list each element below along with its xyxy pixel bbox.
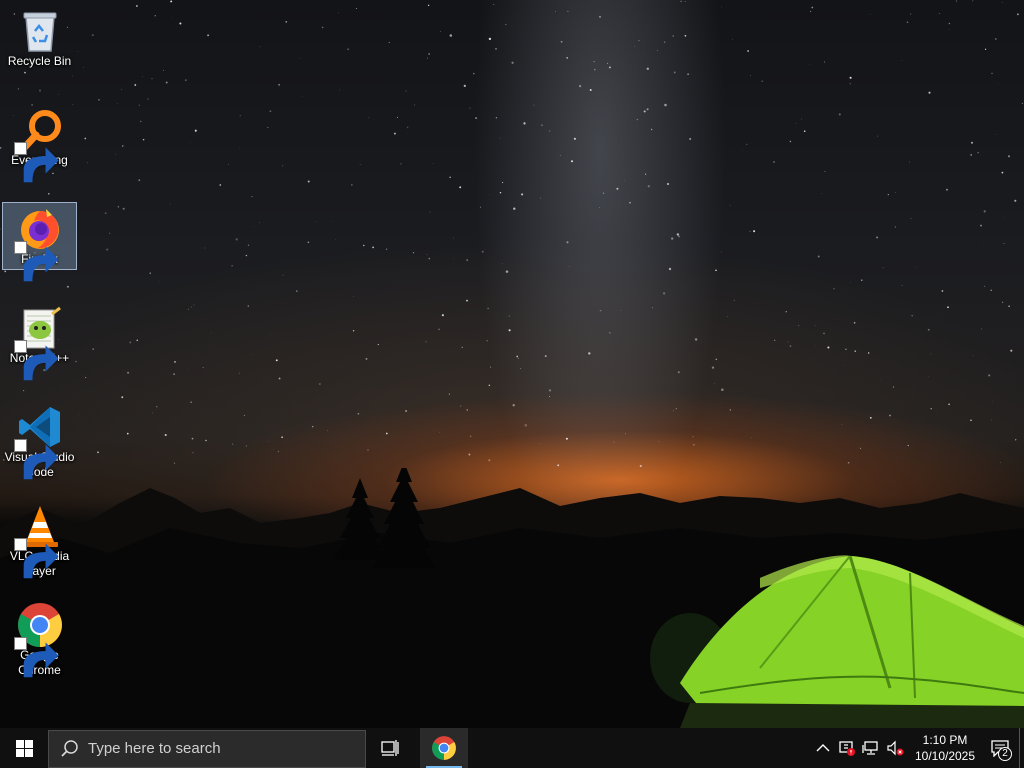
taskbar-app-chrome[interactable] bbox=[420, 728, 468, 768]
shortcut-arrow-icon bbox=[13, 538, 59, 579]
desktop-icon-recycle-bin[interactable]: Recycle Bin bbox=[2, 4, 77, 72]
shortcut-arrow-icon bbox=[13, 142, 59, 183]
network-tray-button[interactable] bbox=[859, 728, 883, 768]
vscode-icon bbox=[13, 403, 64, 480]
task-view-button[interactable] bbox=[366, 728, 414, 768]
desktop-icon-everything[interactable]: Everything bbox=[2, 103, 77, 183]
shortcut-arrow-icon bbox=[13, 439, 59, 480]
vlc-icon bbox=[13, 502, 64, 579]
security-alert-icon bbox=[839, 741, 855, 756]
search-icon bbox=[61, 739, 78, 757]
desktop-icon-google-chrome[interactable]: Google Chrome bbox=[2, 598, 77, 682]
search-input[interactable] bbox=[88, 740, 338, 757]
desktop-icon-vscode[interactable]: Visual Studio Code bbox=[2, 400, 77, 484]
desktop-wallpaper: Recycle Bin Everything bbox=[0, 0, 1024, 728]
firefox-icon bbox=[13, 205, 64, 282]
recycle-bin-icon bbox=[16, 7, 64, 55]
notification-count-badge: 2 bbox=[998, 747, 1012, 761]
shortcut-arrow-icon bbox=[13, 637, 59, 678]
chrome-icon bbox=[13, 601, 64, 678]
taskbar-clock[interactable]: 1:10 PM 10/10/2025 bbox=[909, 732, 981, 764]
network-icon bbox=[862, 741, 878, 755]
shortcut-arrow-icon bbox=[13, 241, 59, 282]
chevron-up-icon bbox=[816, 744, 830, 752]
show-desktop-button[interactable] bbox=[1019, 728, 1024, 768]
volume-muted-icon bbox=[887, 740, 904, 756]
desktop-icon-notepad-plus-plus[interactable]: Notepad++ bbox=[2, 301, 77, 381]
taskbar: 1:10 PM 10/10/2025 2 bbox=[0, 728, 1024, 768]
chrome-icon bbox=[432, 736, 456, 760]
start-button[interactable] bbox=[0, 728, 48, 768]
notepad-plus-plus-icon bbox=[13, 304, 64, 381]
landscape-silhouette bbox=[0, 468, 1024, 728]
clock-time: 1:10 PM bbox=[922, 733, 968, 747]
windows-logo-icon bbox=[15, 739, 33, 757]
everything-search-icon bbox=[13, 106, 64, 183]
volume-tray-button[interactable] bbox=[883, 728, 907, 768]
desktop-icon-firefox[interactable]: Firefox bbox=[2, 202, 77, 282]
task-view-icon bbox=[381, 740, 399, 756]
action-center-button[interactable]: 2 bbox=[981, 728, 1019, 768]
icon-label: Recycle Bin bbox=[7, 54, 72, 68]
security-tray-button[interactable] bbox=[835, 728, 859, 768]
shortcut-arrow-icon bbox=[13, 340, 59, 381]
desktop-icon-vlc[interactable]: VLC media player bbox=[2, 499, 77, 583]
system-tray: 1:10 PM 10/10/2025 2 bbox=[811, 728, 1024, 768]
clock-date: 10/10/2025 bbox=[914, 749, 976, 763]
taskbar-search-box[interactable] bbox=[48, 729, 366, 768]
show-hidden-icons-button[interactable] bbox=[811, 728, 835, 768]
